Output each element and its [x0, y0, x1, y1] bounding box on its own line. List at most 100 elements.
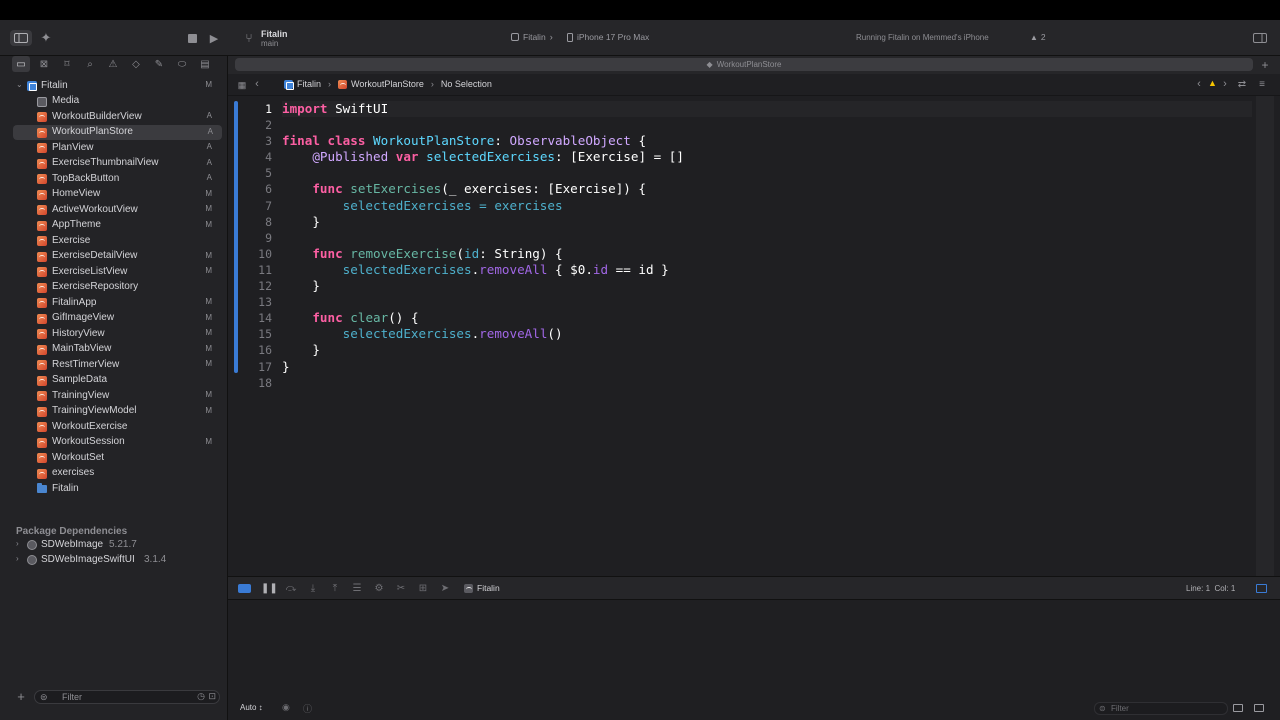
code-line[interactable]: @Published var selectedExercises: [Exerc… — [282, 149, 1252, 165]
stop-button[interactable] — [188, 34, 197, 43]
breadcrumb-project[interactable]: Fitalin — [297, 79, 321, 89]
bookmark-icon[interactable]: ⌑ — [58, 56, 76, 72]
chevron-right-icon[interactable]: › — [16, 554, 19, 563]
step-in-icon[interactable]: ⤓ — [306, 583, 320, 595]
console-filter-field[interactable]: ⊜ Filter — [1094, 702, 1228, 715]
code-line[interactable]: func removeExercise(id: String) { — [282, 246, 1252, 262]
sidebar-item[interactable]: MainTabView M — [0, 342, 228, 358]
sidebar-item[interactable]: FitalinApp M — [0, 295, 228, 311]
source-editor[interactable]: 1 2 3 4 5 6 7 8 9 10 11 12 13 14 15 16 17 18 import Swift… — [228, 96, 1280, 576]
debug-icon[interactable]: ✎ — [150, 56, 168, 72]
warnings-indicator[interactable]: ▲ 2 — [1030, 32, 1046, 42]
source-control-icon[interactable]: ⊠ — [35, 56, 53, 72]
code-line[interactable]: selectedExercises.removeAll() — [282, 326, 1252, 342]
recent-icon[interactable]: ◷ — [197, 691, 205, 702]
back-icon[interactable]: ‹ — [252, 78, 262, 90]
warning-icon[interactable]: ▲ — [1208, 78, 1217, 88]
info-icon[interactable]: ⓘ — [303, 702, 312, 715]
code-line[interactable]: } — [282, 359, 1252, 375]
console-toggle-icon[interactable] — [1256, 584, 1267, 593]
vertical-scrollbar[interactable] — [1256, 96, 1274, 576]
sidebar-item[interactable]: Exercise — [0, 233, 228, 249]
add-tab-icon[interactable]: + — [1258, 58, 1272, 72]
add-icon[interactable]: ✦ — [38, 30, 54, 46]
sidebar-item[interactable]: WorkoutSet — [0, 450, 228, 466]
editor-tab[interactable]: ◆ WorkoutPlanStore — [235, 58, 1253, 71]
next-issue-icon[interactable]: › — [1220, 78, 1230, 90]
debug-console-area[interactable]: Auto ↕ ◉ ⓘ ⊜ Filter — [228, 600, 1280, 720]
find-icon[interactable]: ⌕ — [81, 56, 99, 72]
sidebar-item[interactable]: SampleData — [0, 373, 228, 389]
package-row[interactable]: › SDWebImage 5.21.7 — [0, 537, 228, 553]
sidebar-item[interactable]: Media — [0, 94, 228, 110]
folder-icon[interactable]: ▭ — [12, 56, 30, 72]
code-line[interactable]: } — [282, 278, 1252, 294]
tree-root[interactable]: ⌄ Fitalin M — [0, 78, 228, 94]
code-line[interactable] — [282, 165, 1252, 181]
sidebar-item[interactable]: ExerciseRepository — [0, 280, 228, 296]
code-line[interactable]: selectedExercises = exercises — [282, 198, 1252, 214]
sidebar-item[interactable]: Fitalin — [0, 481, 228, 497]
code-line[interactable]: selectedExercises.removeAll { $0.id == i… — [282, 262, 1252, 278]
sidebar-item[interactable]: ExerciseListView M — [0, 264, 228, 280]
code-line[interactable]: } — [282, 214, 1252, 230]
console-view-icon[interactable] — [1254, 704, 1264, 712]
sidebar-item[interactable]: HomeView M — [0, 187, 228, 203]
editor-options-icon[interactable]: ≡ — [1256, 78, 1268, 90]
run-button[interactable]: ▶ — [207, 30, 221, 46]
step-out-icon[interactable]: ⤒ — [328, 583, 342, 595]
test-icon[interactable]: ◇ — [127, 56, 145, 72]
location-arrow-icon[interactable]: ➤ — [438, 583, 452, 595]
sidebar-item[interactable]: TopBackButton A — [0, 171, 228, 187]
chevron-right-icon[interactable]: › — [16, 539, 19, 548]
scm-filter-icon[interactable]: ⊡ — [208, 691, 216, 702]
code-line[interactable] — [282, 375, 1252, 391]
debug-area-toggle-icon[interactable] — [238, 584, 251, 593]
sidebar-item[interactable]: RestTimerView M — [0, 357, 228, 373]
previous-issue-icon[interactable]: ‹ — [1194, 78, 1204, 90]
target-selector[interactable]: Fitalin — [464, 583, 500, 593]
navigator-filter-field[interactable]: ⊜ Filter ◷ ⊡ — [34, 690, 220, 704]
code-line[interactable]: import SwiftUI — [282, 101, 1252, 118]
code-line[interactable] — [282, 117, 1252, 133]
breadcrumb-symbol[interactable]: No Selection — [441, 79, 492, 89]
add-icon[interactable]: + — [14, 689, 28, 704]
memory-graph-icon[interactable]: ⚙ — [372, 583, 386, 595]
sidebar-item[interactable]: ActiveWorkoutView M — [0, 202, 228, 218]
code-text[interactable]: import SwiftUI final class WorkoutPlanSt… — [282, 101, 1252, 391]
code-line[interactable]: func setExercises(_ exercises: [Exercise… — [282, 181, 1252, 197]
inspector-toggle-icon[interactable] — [1252, 31, 1268, 45]
scheme-selector[interactable]: Fitalin › — [511, 32, 553, 42]
sidebar-item[interactable]: PlanView A — [0, 140, 228, 156]
step-over-icon[interactable]: ⤼ — [284, 583, 298, 595]
sidebar-item[interactable]: WorkoutExercise — [0, 419, 228, 435]
sidebar-item[interactable]: AppTheme M — [0, 218, 228, 234]
sidebar-item[interactable]: WorkoutPlanStore A — [13, 124, 222, 140]
sidebar-item[interactable]: TrainingViewModel M — [0, 404, 228, 420]
view-hierarchy-icon[interactable]: ☰ — [350, 583, 364, 595]
breakpoint-icon[interactable]: ⬭ — [173, 56, 191, 72]
code-line[interactable]: final class WorkoutPlanStore: Observable… — [282, 133, 1252, 149]
report-icon[interactable]: ▤ — [196, 56, 214, 72]
chevron-down-icon[interactable]: ⌄ — [16, 80, 23, 89]
code-line[interactable] — [282, 230, 1252, 246]
environment-icon[interactable]: ✂ — [394, 583, 408, 595]
code-line[interactable]: } — [282, 342, 1252, 358]
adjust-editor-icon[interactable]: ⇄ — [1236, 78, 1248, 90]
sidebar-toggle-icon[interactable] — [10, 30, 32, 46]
sidebar-item[interactable]: TrainingView M — [0, 388, 228, 404]
code-line[interactable] — [282, 294, 1252, 310]
sidebar-item[interactable]: ExerciseDetailView M — [0, 249, 228, 265]
simulate-location-icon[interactable]: ⊞ — [416, 583, 430, 595]
related-items-icon[interactable]: ▦ — [237, 79, 247, 91]
device-selector[interactable]: iPhone 17 Pro Max — [567, 32, 649, 42]
sidebar-item[interactable]: WorkoutBuilderView A — [0, 109, 228, 125]
code-line[interactable]: func clear() { — [282, 310, 1252, 326]
sidebar-item[interactable]: ExerciseThumbnailView A — [0, 156, 228, 172]
pause-icon[interactable]: ❚❚ — [261, 583, 278, 595]
sidebar-item[interactable]: exercises — [0, 466, 228, 482]
sidebar-item[interactable]: HistoryView M — [0, 326, 228, 342]
sidebar-item[interactable]: WorkoutSession M — [0, 435, 228, 451]
variables-scope-selector[interactable]: Auto ↕ — [240, 703, 263, 712]
package-row[interactable]: › SDWebImageSwiftUI 3.1.4 — [0, 552, 228, 568]
